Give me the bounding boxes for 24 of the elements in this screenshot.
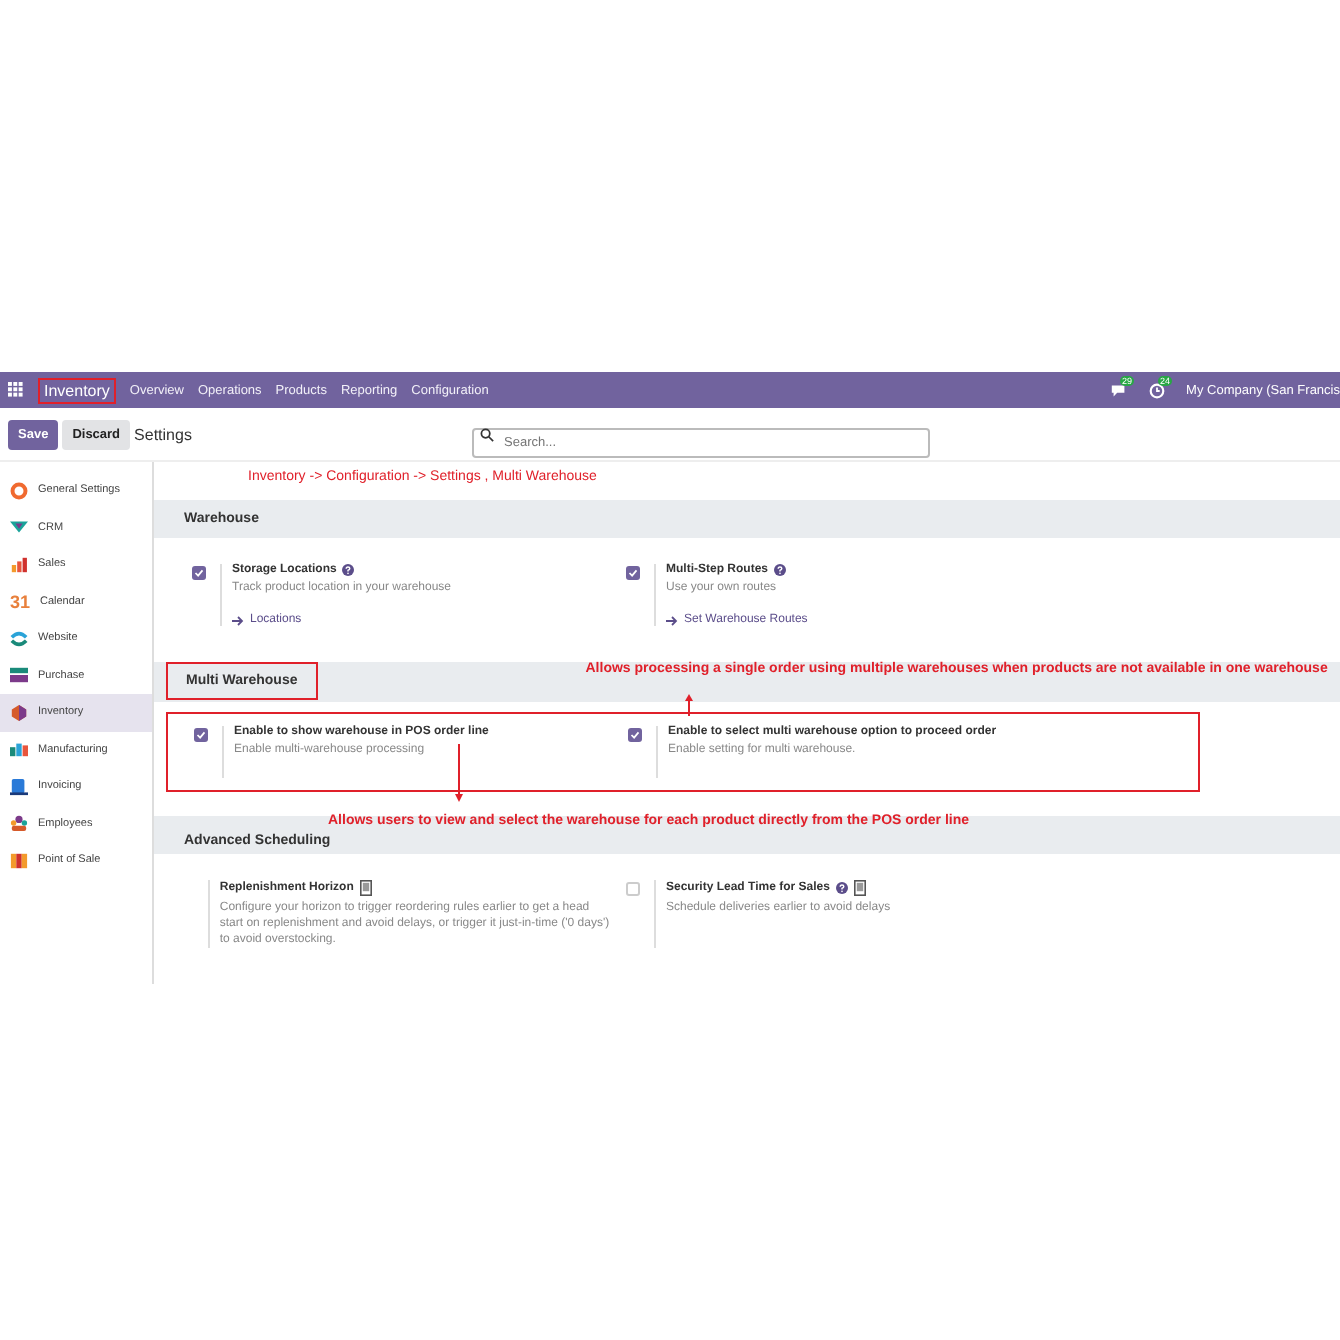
- document-icon[interactable]: [853, 880, 866, 897]
- chat-icon[interactable]: [1110, 381, 1129, 399]
- app-icon: [10, 740, 28, 759]
- help-icon[interactable]: [774, 564, 786, 576]
- clock-icon[interactable]: [1148, 381, 1167, 399]
- app-icon: [10, 777, 28, 796]
- app-icon: [10, 629, 28, 648]
- calendar-icon: 31: [10, 591, 30, 612]
- arrow-icon: [666, 615, 678, 626]
- app-icon: [10, 481, 28, 500]
- page-title: Settings: [134, 425, 192, 443]
- app-icon: [10, 555, 28, 574]
- app-name[interactable]: Inventory: [38, 377, 116, 403]
- app-icon: [10, 666, 28, 685]
- checkbox[interactable]: [626, 882, 640, 897]
- app-icon: [10, 851, 28, 870]
- app-icon: [10, 703, 28, 722]
- app-grid-icon[interactable]: [8, 382, 24, 398]
- arrow-icon: [232, 615, 244, 626]
- help-icon[interactable]: [835, 882, 848, 895]
- help-icon[interactable]: [342, 564, 355, 576]
- document-icon[interactable]: [359, 880, 372, 897]
- app-icon: [10, 518, 28, 537]
- app-icon: [10, 814, 28, 833]
